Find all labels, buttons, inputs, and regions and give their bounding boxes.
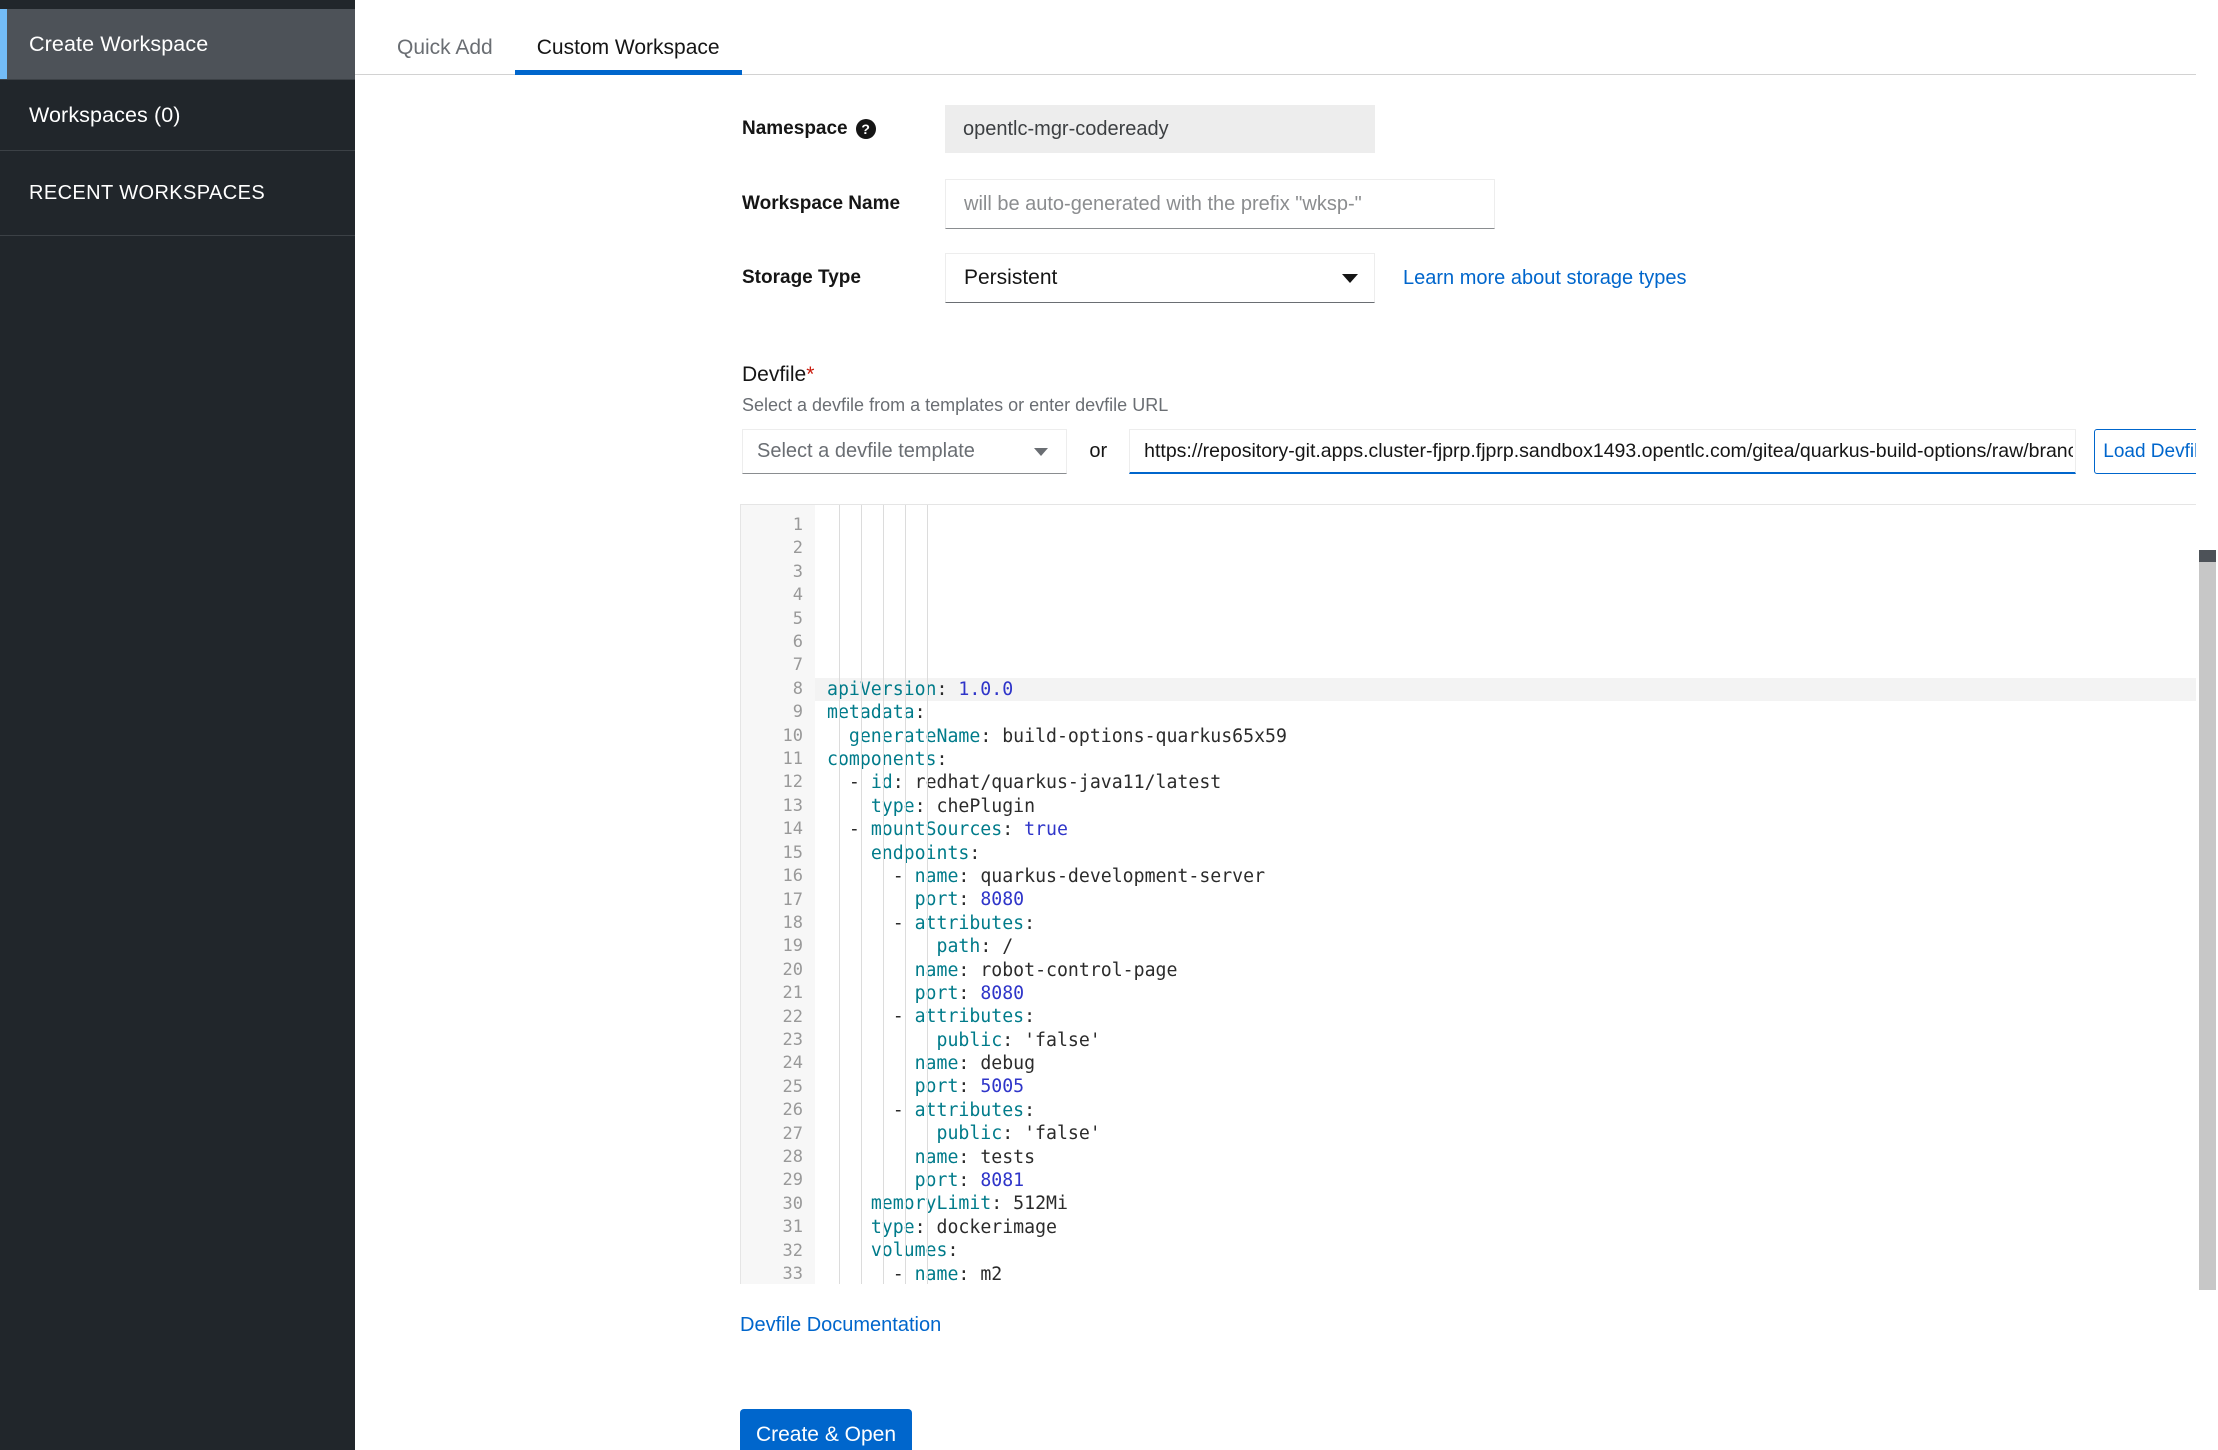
create-workspace-page: Create Workspace Workspaces (0) RECENT W… bbox=[0, 0, 2218, 1450]
editor-code-line: type: dockerimage bbox=[870, 1216, 1057, 1238]
devfile-url-input[interactable] bbox=[1129, 429, 2077, 474]
namespace-label: Namespace ? bbox=[742, 118, 876, 140]
tab-custom-workspace[interactable]: Custom Workspace bbox=[514, 36, 742, 75]
sidebar-item-label-workspaces: Workspaces (0) bbox=[29, 102, 181, 127]
main-content: Quick Add Custom Workspace Namespace ? o… bbox=[355, 0, 2218, 1450]
devfile-subtitle: Select a devfile from a templates or ent… bbox=[742, 395, 1169, 415]
editor-line-numbers: 1 2 3 4 5 6 7 8 9 10 11 12 13 14 15 16 17 18 19 20 21 22 23 24 2… bbox=[741, 505, 815, 1284]
editor-code-area[interactable]: apiVersion: 1.0.0 metadata: generateName:… bbox=[815, 505, 2218, 1284]
tab-bar: Quick Add Custom Workspace bbox=[355, 0, 2218, 75]
editor-code-line: - attributes: bbox=[827, 912, 1036, 934]
editor-code-line: - id: redhat/quarkus-java11/latest bbox=[827, 772, 1222, 794]
editor-code-line: public: 'false' bbox=[936, 1029, 1101, 1051]
editor-code-line: name: robot-control-page bbox=[914, 959, 1178, 981]
sidebar-item-workspaces[interactable]: Workspaces (0) bbox=[0, 80, 355, 150]
editor-code-line: port: 5005 bbox=[914, 1076, 1025, 1098]
sidebar-top-strip bbox=[0, 0, 355, 9]
editor-code-line: name: tests bbox=[914, 1146, 1036, 1168]
storage-types-learn-link[interactable]: Learn more about storage types bbox=[1403, 267, 1687, 290]
devfile-controls: Select a devfile template or Load Devfil… bbox=[742, 429, 2218, 474]
chevron-down-icon bbox=[1342, 273, 1358, 283]
page-scrollbar-thumb-cap bbox=[2199, 550, 2216, 562]
devfile-documentation-link[interactable]: Devfile Documentation bbox=[740, 1314, 941, 1337]
workspace-name-label-text: Workspace Name bbox=[742, 193, 901, 214]
storage-type-label-text: Storage Type bbox=[742, 267, 861, 288]
footer-actions: Create & Open bbox=[355, 1337, 2218, 1450]
sidebar: Create Workspace Workspaces (0) RECENT W… bbox=[0, 0, 355, 1450]
editor-code-line: path: / bbox=[936, 936, 1014, 958]
namespace-value-text: opentlc-mgr-codeready bbox=[963, 117, 1169, 140]
devfile-title: Devfile* bbox=[742, 363, 2218, 387]
tab-quick-add-label: Quick Add bbox=[397, 36, 493, 59]
editor-code-line: volumes: bbox=[870, 1240, 959, 1262]
editor-code-line: - attributes: bbox=[827, 1099, 1036, 1121]
help-icon[interactable]: ? bbox=[855, 119, 876, 139]
editor-code-line: port: 8080 bbox=[914, 982, 1025, 1004]
page-scrollbar-thumb[interactable] bbox=[2199, 562, 2216, 1290]
workspace-name-row: Workspace Name bbox=[355, 179, 2218, 229]
devfile-template-select[interactable]: Select a devfile template bbox=[742, 429, 1068, 474]
editor-code-lines: apiVersion: 1.0.0 metadata: generateName:… bbox=[815, 677, 2218, 1284]
editor-code-line: memoryLimit: 512Mi bbox=[870, 1193, 1068, 1215]
namespace-row: Namespace ? opentlc-mgr-codeready bbox=[355, 105, 2218, 153]
sidebar-section-recent-workspaces: RECENT WORKSPACES bbox=[0, 151, 355, 235]
editor-code-line: port: 8081 bbox=[914, 1170, 1025, 1192]
storage-type-label: Storage Type bbox=[742, 267, 861, 289]
sidebar-item-label-create-workspace: Create Workspace bbox=[29, 31, 209, 56]
editor-code-line: public: 'false' bbox=[936, 1123, 1101, 1145]
sidebar-section-label: RECENT WORKSPACES bbox=[29, 181, 266, 204]
editor-code-line: generateName: build-options-quarkus65x59 bbox=[848, 725, 1287, 747]
or-separator-label: or bbox=[1089, 440, 1108, 462]
editor-code-line: - attributes: bbox=[827, 1006, 1036, 1028]
devfile-title-text: Devfile bbox=[742, 363, 807, 386]
devfile-template-selected-value: Select a devfile template bbox=[757, 440, 975, 462]
devfile-yaml-editor[interactable]: 1 2 3 4 5 6 7 8 9 10 11 12 13 14 15 16 17 18 19 20 21 22 23 24 2… bbox=[740, 504, 2218, 1284]
required-marker: * bbox=[806, 363, 815, 386]
storage-type-selected-value: Persistent bbox=[964, 266, 1058, 289]
create-and-open-button[interactable]: Create & Open bbox=[740, 1409, 912, 1450]
sidebar-empty-area bbox=[0, 236, 355, 1450]
workspace-name-label: Workspace Name bbox=[742, 193, 900, 215]
tab-quick-add[interactable]: Quick Add bbox=[375, 37, 515, 74]
namespace-value: opentlc-mgr-codeready bbox=[945, 105, 1375, 153]
workspace-name-input[interactable] bbox=[945, 179, 1495, 229]
sidebar-item-create-workspace[interactable]: Create Workspace bbox=[0, 9, 355, 79]
editor-code-line: - mountSources: true bbox=[827, 819, 1068, 841]
editor-code-line: type: chePlugin bbox=[870, 795, 1036, 817]
editor-code-line: endpoints: bbox=[870, 842, 981, 864]
editor-code-line: - name: quarkus-development-server bbox=[827, 865, 1266, 887]
editor-code-line: components: bbox=[827, 749, 948, 771]
storage-type-row: Storage Type Persistent Learn more about… bbox=[355, 253, 2218, 303]
workspace-form: Namespace ? opentlc-mgr-codeready Worksp… bbox=[355, 105, 2218, 1450]
namespace-label-text: Namespace bbox=[742, 118, 848, 139]
editor-code-line: metadata: bbox=[827, 702, 926, 724]
page-scrollbar[interactable] bbox=[2196, 0, 2218, 1450]
editor-code-line: name: debug bbox=[914, 1053, 1036, 1075]
editor-code-line: - name: m2 bbox=[827, 1263, 1003, 1284]
editor-code-line: port: 8080 bbox=[914, 889, 1025, 911]
storage-type-select[interactable]: Persistent bbox=[945, 253, 1375, 303]
chevron-down-icon-template bbox=[1034, 447, 1049, 456]
devfile-section: Devfile* Select a devfile from a templat… bbox=[355, 363, 2218, 474]
editor-code-line: apiVersion: 1.0.0 bbox=[815, 677, 2218, 702]
tab-custom-workspace-label: Custom Workspace bbox=[536, 36, 720, 59]
